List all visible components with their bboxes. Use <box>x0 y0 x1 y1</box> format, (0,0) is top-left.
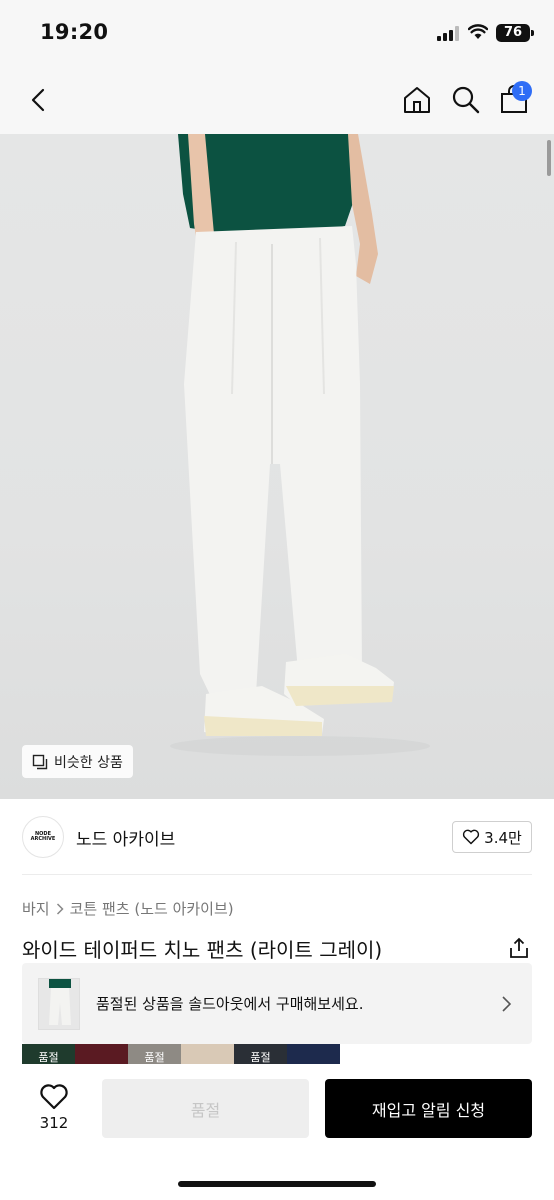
color-swatch[interactable]: 품절 <box>128 1044 181 1064</box>
breadcrumb-item[interactable]: 바지 <box>22 898 50 919</box>
cart-count-badge: 1 <box>512 81 532 101</box>
brand-name[interactable]: 노드 아카이브 <box>76 825 175 850</box>
heart-icon <box>463 829 480 845</box>
battery-cap <box>531 30 534 36</box>
brand-logo[interactable]: NODE ARCHIVE <box>22 816 64 858</box>
share-icon[interactable] <box>508 937 530 959</box>
soldout-product-thumbnail <box>38 978 80 1030</box>
color-swatch-row: 품절 품절 품절 <box>22 1044 342 1064</box>
color-swatch[interactable] <box>287 1044 340 1064</box>
soldout-banner-text: 품절된 상품을 솔드아웃에서 구매해보세요. <box>96 995 364 1013</box>
chevron-right-icon <box>502 996 512 1012</box>
product-title: 와이드 테이퍼드 치노 팬츠 (라이트 그레이) <box>22 938 383 962</box>
status-time: 19:20 <box>40 20 109 44</box>
heart-icon[interactable] <box>39 1083 69 1111</box>
bottom-action-bar: 312 품절 재입고 알림 신청 <box>0 1064 554 1200</box>
chevron-left-icon[interactable] <box>24 84 56 116</box>
soldout-banner[interactable]: 품절된 상품을 솔드아웃에서 구매해보세요. <box>22 963 532 1044</box>
similar-products-label: 비슷한 상품 <box>54 754 123 771</box>
restock-alert-button[interactable]: 재입고 알림 신청 <box>325 1079 532 1138</box>
product-image[interactable] <box>0 134 554 799</box>
wifi-icon <box>468 24 488 39</box>
breadcrumb: 바지 코튼 팬츠 (노드 아카이브) <box>22 898 234 919</box>
brand-row: NODE ARCHIVE 노드 아카이브 3.4만 <box>0 800 554 874</box>
soldout-button: 품절 <box>102 1079 309 1138</box>
product-photo <box>170 134 430 756</box>
divider <box>22 874 532 875</box>
search-icon[interactable] <box>450 84 482 116</box>
breadcrumb-item[interactable]: 코튼 팬츠 (노드 아카이브) <box>70 898 234 919</box>
scroll-indicator[interactable] <box>547 140 551 176</box>
home-icon[interactable] <box>401 84 433 116</box>
like-count: 312 <box>39 1114 69 1132</box>
top-nav-bar <box>0 66 554 134</box>
brand-like-button[interactable]: 3.4만 <box>452 821 532 853</box>
battery-icon: 76 <box>496 24 530 42</box>
brand-like-count: 3.4만 <box>484 828 522 847</box>
copy-icon <box>32 754 48 769</box>
status-bar: 19:20 76 <box>0 0 554 66</box>
home-indicator <box>178 1181 376 1187</box>
color-swatch[interactable]: 품절 <box>22 1044 75 1064</box>
color-swatch[interactable] <box>75 1044 128 1064</box>
color-swatch[interactable] <box>181 1044 234 1064</box>
similar-products-button[interactable]: 비슷한 상품 <box>22 745 133 778</box>
chevron-right-icon <box>56 902 64 915</box>
color-swatch[interactable]: 품절 <box>234 1044 287 1064</box>
cellular-signal-icon <box>437 26 459 41</box>
